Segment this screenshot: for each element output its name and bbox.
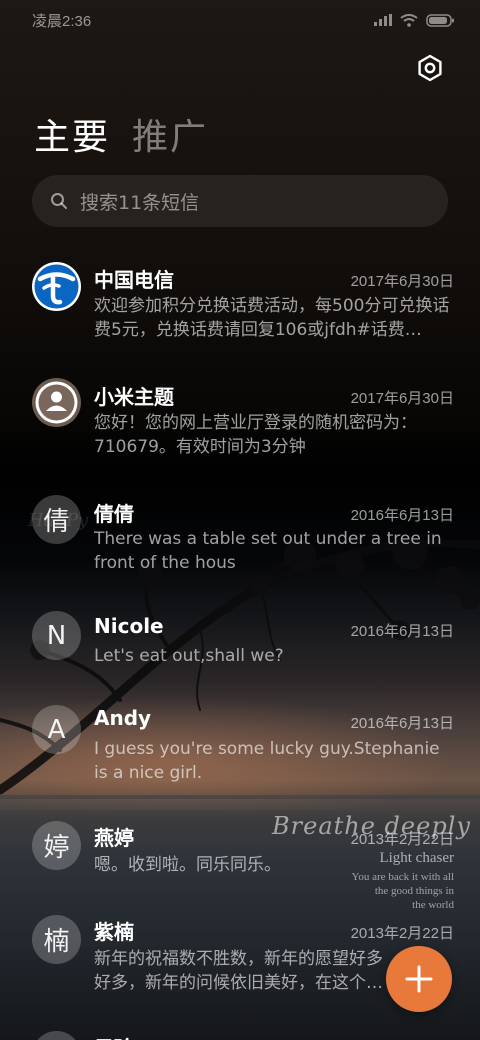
conversation-item[interactable]: 小米主题 2017年6月30日 您好！您的网上营业厅登录的随机密码为：71067…	[0, 369, 480, 479]
conversation-preview: 嗯。收到啦。同乐同乐。	[94, 855, 281, 875]
plus-icon	[405, 965, 433, 993]
conversation-name: 中国电信	[94, 268, 174, 292]
conversation-date: 2013年2月22日	[350, 925, 454, 942]
conversation-name: Andy	[94, 706, 152, 730]
search-icon	[51, 193, 67, 209]
conversation-item[interactable]: 倩 倩倩 2016年6月13日 There was a table set ou…	[0, 486, 480, 596]
conversation-item[interactable]: 中国电信 2017年6月30日 欢迎参加积分兑换话费活动，每500分可兑换话费5…	[0, 252, 480, 362]
status-bar: 凌晨2:36	[0, 0, 480, 40]
avatar: 婷	[32, 821, 81, 870]
conversation-date: 2016年6月13日	[350, 623, 454, 640]
conversation-date: 2016年6月13日	[350, 507, 454, 524]
conversation-name: 小米主题	[94, 385, 174, 409]
conversation-preview: I guess you're some lucky guy.Stephanie …	[94, 739, 440, 783]
conversation-item[interactable]: A Andy 2016年6月13日 I guess you're some lu…	[0, 696, 480, 806]
conversation-name: 子玲	[94, 1032, 134, 1040]
gear-icon	[418, 54, 442, 82]
avatar: 楠	[32, 915, 81, 964]
conversation-preview: There was a table set out under a tree i…	[94, 529, 442, 573]
status-time: 凌晨2:36	[32, 12, 92, 30]
search-placeholder: 搜索11条短信	[80, 191, 200, 214]
conversation-preview: Let's eat out,shall we?	[94, 646, 284, 666]
conversation-date: 2017年6月30日	[350, 390, 454, 407]
avatar: 倩	[32, 495, 81, 544]
conversation-name: Nicole	[94, 614, 164, 638]
tab-primary[interactable]: 主要	[34, 108, 110, 160]
conversation-preview: 欢迎参加积分兑换话费活动，每500分可兑换话费5元，兑换话费请回复106或jfd…	[94, 296, 450, 340]
tab-bar: 主要 推广	[34, 108, 208, 160]
search-input[interactable]: 搜索11条短信	[32, 175, 448, 227]
conversation-date: 2013年2月22日	[350, 831, 454, 848]
avatar	[32, 262, 81, 311]
status-icons	[374, 13, 454, 27]
avatar: A	[32, 705, 81, 754]
wifi-icon	[400, 13, 418, 27]
conversation-name: 倩倩	[94, 502, 134, 526]
avatar	[32, 378, 81, 427]
conversation-name: 燕婷	[94, 826, 134, 850]
conversation-item[interactable]: 子玲	[0, 1022, 480, 1040]
conversation-date: 2017年6月30日	[350, 273, 454, 290]
conversation-preview: 您好！您的网上营业厅登录的随机密码为：710679。有效时间为3分钟	[94, 413, 417, 457]
conversation-preview: 新年的祝福数不胜数，新年的愿望好多好多，新年的问候依旧美好，在这个温馨的时刻	[94, 949, 383, 993]
person-icon	[35, 381, 78, 424]
new-message-button[interactable]	[386, 946, 452, 1012]
settings-button[interactable]	[416, 54, 444, 82]
signal-icon	[374, 14, 392, 26]
avatar	[32, 1031, 81, 1040]
conversation-date: 2016年6月13日	[350, 715, 454, 732]
avatar: N	[32, 611, 81, 660]
china-telecom-logo-icon	[34, 264, 79, 309]
tab-promotions[interactable]: 推广	[132, 108, 208, 160]
battery-icon	[426, 13, 454, 27]
conversation-name: 紫楠	[94, 920, 134, 944]
